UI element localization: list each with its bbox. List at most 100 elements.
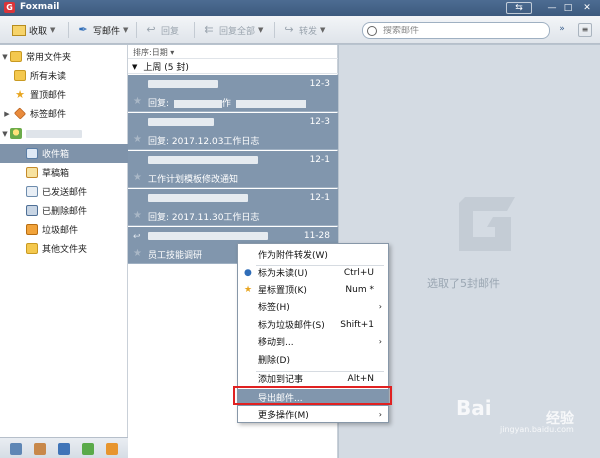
menu-item-move-to[interactable]: 移动到... › bbox=[238, 333, 388, 350]
minimize-button[interactable]: — bbox=[546, 2, 558, 14]
sent-icon bbox=[26, 186, 38, 197]
chevron-down-icon: ▼ bbox=[123, 26, 129, 34]
folder-sent[interactable]: 已发送邮件 bbox=[0, 182, 128, 201]
toolbar-divider bbox=[136, 22, 137, 38]
baidu-watermark-url: jingyan.baidu.com bbox=[500, 425, 574, 434]
menu-item-tag[interactable]: 标签(H) › bbox=[238, 298, 388, 315]
receive-button[interactable]: 收取 ▼ bbox=[12, 22, 55, 38]
switch-mode-icon[interactable]: ⇆ bbox=[506, 2, 532, 14]
calendar-icon[interactable] bbox=[58, 443, 70, 455]
account-name-redacted bbox=[26, 129, 82, 138]
maximize-button[interactable]: □ bbox=[562, 2, 574, 14]
main-menu-icon[interactable]: ≡ bbox=[578, 23, 592, 37]
menu-item-mark-junk[interactable]: 标为垃圾邮件(S) Shift+1 bbox=[238, 316, 388, 333]
folder-label: 其他文件夹 bbox=[42, 245, 88, 255]
collapse-icon[interactable]: ▼ bbox=[0, 53, 10, 61]
list-item[interactable]: 12-1 ★ 回复: 2017.11.30工作日志 bbox=[128, 189, 338, 226]
submenu-arrow-icon: › bbox=[378, 337, 382, 346]
toolbar-more-icon[interactable]: » bbox=[556, 24, 568, 36]
submenu-arrow-icon: › bbox=[378, 302, 382, 311]
star-icon[interactable]: ★ bbox=[133, 248, 142, 259]
toolbar-divider bbox=[274, 22, 275, 38]
menu-item-mark-unread[interactable]: ● 标为未读(U) Ctrl+U bbox=[238, 264, 388, 281]
menu-shortcut: Num * bbox=[345, 284, 374, 295]
folder-icon bbox=[10, 51, 22, 62]
forward-button[interactable]: ↪ 转发 ▼ bbox=[282, 22, 325, 38]
search-input[interactable] bbox=[383, 25, 533, 36]
folder-label: 收件箱 bbox=[42, 150, 70, 160]
menu-label: 标为垃圾邮件(S) bbox=[258, 321, 325, 331]
folder-label: 所有未读 bbox=[30, 72, 67, 82]
folder-icon bbox=[26, 243, 38, 254]
folder-tagged[interactable]: ▶ 标签邮件 bbox=[0, 104, 128, 123]
folder-starred[interactable]: ★ 置顶邮件 bbox=[0, 85, 128, 104]
folder-deleted[interactable]: 已删除邮件 bbox=[0, 201, 128, 220]
sender-redacted bbox=[148, 118, 214, 126]
contacts-icon[interactable] bbox=[34, 443, 46, 455]
envelope-icon bbox=[12, 24, 26, 36]
folder-label: 垃圾邮件 bbox=[42, 226, 79, 236]
menu-item-forward-attachment[interactable]: 作为附件转发(W) bbox=[238, 246, 388, 263]
menu-label: 移动到... bbox=[258, 338, 294, 348]
folder-label: 置顶邮件 bbox=[30, 91, 67, 101]
star-icon: ★ bbox=[244, 284, 253, 295]
menu-item-add-note[interactable]: 添加到记事 Alt+N bbox=[238, 370, 388, 387]
chevron-down-icon: ▼ bbox=[50, 26, 56, 34]
folder-drafts[interactable]: 草稿箱 bbox=[0, 163, 128, 182]
list-item[interactable]: 12-1 ★ 工作计划模板修改通知 bbox=[128, 151, 338, 188]
junk-icon bbox=[26, 224, 38, 235]
chevron-down-icon: ▾ bbox=[170, 48, 175, 57]
toolbar-divider bbox=[68, 22, 69, 38]
list-item[interactable]: 12-3 ★ 回复: 作 bbox=[128, 75, 338, 112]
menu-label: 更多操作(M) bbox=[258, 411, 309, 421]
chevron-down-icon: ▼ bbox=[258, 26, 264, 34]
rss-icon[interactable] bbox=[106, 443, 118, 455]
main-toolbar: 收取 ▼ ✒ 写邮件 ▼ ↩ 回复 ⇇ 回复全部 ▼ ↪ 转发 ▼ » ≡ bbox=[0, 16, 600, 44]
account-node[interactable]: ▼ bbox=[0, 124, 128, 143]
mail-view-icon[interactable] bbox=[10, 443, 22, 455]
folder-group-common[interactable]: ▼ 常用文件夹 bbox=[0, 47, 128, 66]
sender-redacted bbox=[148, 194, 248, 202]
collapse-icon[interactable]: ▼ bbox=[132, 63, 137, 71]
menu-item-more[interactable]: 更多操作(M) › bbox=[238, 406, 388, 423]
sender-redacted bbox=[148, 80, 218, 88]
message-subject: 员工技能调研 bbox=[148, 251, 203, 261]
reply-all-label: 回复全部 bbox=[219, 26, 256, 37]
menu-label: 星标置顶(K) bbox=[258, 286, 307, 296]
forward-icon: ↪ bbox=[284, 23, 294, 36]
expand-icon[interactable]: ▶ bbox=[2, 110, 12, 118]
draft-icon bbox=[26, 167, 38, 178]
toolbar-divider bbox=[194, 22, 195, 38]
list-item[interactable]: 12-3 ★ 回复: 2017.12.03工作日志 bbox=[128, 113, 338, 150]
collapse-icon[interactable]: ▼ bbox=[0, 130, 10, 138]
foxmail-watermark-icon bbox=[459, 197, 515, 251]
reply-all-button[interactable]: ⇇ 回复全部 ▼ bbox=[202, 22, 263, 38]
compose-button[interactable]: ✒ 写邮件 ▼ bbox=[76, 22, 128, 38]
notes-icon[interactable] bbox=[82, 443, 94, 455]
menu-item-delete[interactable]: 删除(D) bbox=[238, 351, 388, 368]
chevron-down-icon: ▼ bbox=[320, 26, 326, 34]
star-icon[interactable]: ★ bbox=[133, 172, 142, 183]
star-icon[interactable]: ★ bbox=[133, 96, 142, 107]
receive-label: 收取 bbox=[29, 26, 48, 37]
tag-icon bbox=[13, 107, 27, 120]
search-box[interactable] bbox=[362, 22, 550, 39]
menu-shortcut: Alt+N bbox=[347, 373, 374, 384]
reply-icon: ↩ bbox=[146, 23, 156, 36]
folder-other[interactable]: 其他文件夹 bbox=[0, 239, 128, 258]
menu-item-star-pin[interactable]: ★ 星标置顶(K) Num * bbox=[238, 281, 388, 298]
baidu-watermark: Bai bbox=[456, 396, 492, 420]
folder-label: 草稿箱 bbox=[42, 169, 70, 179]
folder-junk[interactable]: 垃圾邮件 bbox=[0, 220, 128, 239]
folder-unread[interactable]: 所有未读 bbox=[0, 66, 128, 85]
sender-redacted bbox=[148, 156, 258, 164]
group-header[interactable]: ▼ 上周 (5 封) bbox=[128, 60, 338, 74]
close-button[interactable]: ✕ bbox=[580, 2, 594, 14]
sort-selector[interactable]: 排序:日期 ▾ bbox=[128, 45, 338, 59]
star-icon[interactable]: ★ bbox=[133, 210, 142, 221]
star-icon[interactable]: ★ bbox=[133, 134, 142, 145]
folder-inbox[interactable]: 收件箱 bbox=[0, 144, 128, 163]
star-icon: ★ bbox=[15, 88, 25, 101]
reply-button[interactable]: ↩ 回复 bbox=[144, 22, 179, 38]
unread-dot-icon: ● bbox=[244, 267, 252, 278]
